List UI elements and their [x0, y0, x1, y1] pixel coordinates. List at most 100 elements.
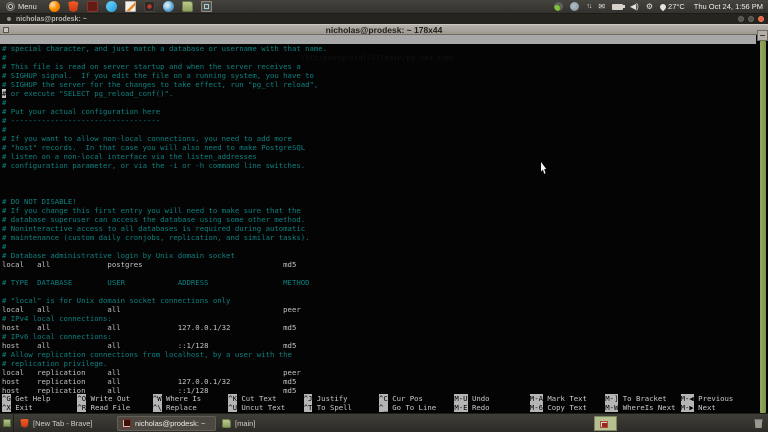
updates-icon[interactable] [570, 2, 579, 11]
nano-shortcuts: ^G Get Help^O Write Out^W Where Is^K Cut… [2, 394, 756, 412]
shortcut-key: ^R [77, 403, 86, 412]
terminal-line [2, 170, 756, 179]
nano-shortcut: ^O Write Out [77, 394, 152, 403]
brave-icon[interactable] [68, 1, 79, 12]
shortcut-key: M-W [605, 403, 618, 412]
terminal-scrollbar[interactable] [760, 41, 766, 413]
nano-shortcut: ^\ Replace [153, 403, 228, 412]
shortcut-key: ^W [153, 394, 162, 403]
nano-shortcut: M-A Mark Text [530, 394, 605, 403]
terminal-line: # "host" records. In that case you will … [2, 143, 756, 152]
nano-shortcuts-row1: ^G Get Help^O Write Out^W Where Is^K Cut… [2, 394, 756, 403]
terminal-line: # DO NOT DISABLE! [2, 197, 756, 206]
editor-icon[interactable] [125, 1, 136, 12]
mail-icon[interactable]: ✉ [598, 2, 605, 11]
shortcut-key: ^\ [153, 403, 162, 412]
workspace-window-thumb [600, 421, 608, 428]
shortcut-key: M-6 [530, 403, 543, 412]
top-panel: Menu ↑↓ ✉ ◀) ⚙ 27°C Thu Oct 24, 1:56 PM [0, 0, 768, 14]
terminal-line [2, 269, 756, 278]
window-controls [738, 16, 768, 22]
bottom-panel: [New Tab - Brave] nicholas@prodesk: ~ [mai… [0, 413, 768, 432]
terminal-titlebar[interactable]: nicholas@prodesk: ~ [0, 14, 768, 24]
clock-applet[interactable]: Thu Oct 24, 1:56 PM [692, 2, 763, 11]
network-traffic-icon[interactable]: ↑↓ [586, 2, 591, 11]
terminal-line: # Database administrative login by Unix … [2, 251, 756, 260]
scrollbar-stepper-button[interactable] [757, 30, 768, 41]
location-pin-icon [659, 2, 667, 10]
shortcut-key: M-E [454, 403, 467, 412]
nano-shortcut: ^_ Go To Line [379, 403, 454, 412]
terminal-line: # This file is read on server startup an… [2, 62, 756, 71]
terminal-line: # TYPE DATABASE USER ADDRESS METHOD [2, 278, 756, 287]
nano-buffer: # special character, and just match a da… [2, 44, 756, 395]
nano-shortcut: ^T To Spell [304, 403, 379, 412]
terminal-line: # SIGHUP signal. If you edit the file on… [2, 71, 756, 80]
maximize-button[interactable] [748, 16, 754, 22]
battery-icon[interactable] [612, 4, 623, 10]
taskbar-window-label: nicholas@prodesk: ~ [135, 419, 205, 428]
temperature-label: 27°C [668, 2, 685, 11]
screenshot-icon[interactable] [201, 1, 212, 12]
keyring-icon[interactable] [554, 2, 563, 11]
shortcut-key: M-◀ [681, 394, 694, 403]
terminal-tab-bar: nicholas@prodesk: ~ 178x44 [0, 24, 768, 35]
minimize-button[interactable] [738, 16, 744, 22]
weather-applet[interactable]: 27°C [660, 2, 685, 11]
volume-icon[interactable]: ◀) [630, 2, 639, 11]
terminal-line: # ---------------------------------- [2, 116, 756, 125]
terminal-line: # SIGHUP the server for the changes to t… [2, 80, 756, 89]
telegram-icon[interactable] [106, 1, 117, 12]
nano-shortcut: M-U Undo [454, 394, 529, 403]
shortcut-key: M-] [605, 394, 618, 403]
terminal-line: # or execute "SELECT pg_reload_conf()". [2, 89, 756, 98]
settings-gear-icon[interactable]: ⚙ [646, 2, 653, 11]
nano-shortcut: M-W WhereIs Next [605, 403, 680, 412]
mate-logo-icon [6, 2, 15, 11]
nano-shortcut: M-E Redo [454, 403, 529, 412]
taskbar-window-button[interactable]: [New Tab - Brave] [16, 416, 115, 431]
terminal-line: # configuration parameter, or via the -i… [2, 161, 756, 170]
shortcut-key: ^_ [379, 403, 388, 412]
terminal-line: host all all ::1/128 md5 [2, 341, 756, 350]
terminal-line: local all all peer [2, 305, 756, 314]
terminal-line: # [2, 53, 756, 62]
terminal-line: host all all 127.0.0.1/32 md5 [2, 323, 756, 332]
terminal-line: local all postgres md5 [2, 260, 756, 269]
menu-label: Menu [18, 2, 37, 11]
show-desktop-icon [3, 419, 11, 427]
terminal-line: # "local" is for Unix domain socket conn… [2, 296, 756, 305]
taskbar-window-button[interactable]: [main] [218, 416, 317, 431]
nano-shortcut: M-▶ Next [681, 403, 756, 412]
tray-icons: ↑↓ ✉ ◀) ⚙ [554, 2, 653, 11]
terminal-icon [122, 419, 131, 428]
shortcut-key: ^U [228, 403, 237, 412]
shortcut-key: ^G [2, 394, 11, 403]
terminal-line: # If you want to allow non-local connect… [2, 134, 756, 143]
folder-icon [222, 419, 231, 428]
media-icon[interactable] [87, 1, 98, 12]
nano-shortcut: M-6 Copy Text [530, 403, 605, 412]
show-desktop-button[interactable] [0, 414, 14, 432]
firefox-icon[interactable] [49, 1, 60, 12]
nano-shortcuts-row2: ^X Exit^R Read File^\ Replace^U Uncut Te… [2, 403, 756, 412]
video-icon[interactable] [144, 1, 155, 12]
nano-shortcut: ^G Get Help [2, 394, 77, 403]
terminal-line: # IPv4 local connections: [2, 314, 756, 323]
taskbar-window-label: [New Tab - Brave] [33, 419, 92, 428]
nano-shortcut: ^C Cur Pos [379, 394, 454, 403]
terminal-tab[interactable]: nicholas@prodesk: ~ 178x44 [0, 25, 768, 35]
brave-icon [20, 419, 29, 428]
workspace-switcher[interactable] [594, 416, 617, 431]
nano-shortcut: ^K Cut Text [228, 394, 303, 403]
sync-icon[interactable] [163, 1, 174, 12]
folder-icon[interactable] [182, 1, 193, 12]
terminal-line [2, 179, 756, 188]
menu-button[interactable]: Menu [0, 0, 43, 13]
taskbar-window-button[interactable]: nicholas@prodesk: ~ [117, 416, 216, 431]
terminal-line: # Allow replication connections from loc… [2, 350, 756, 359]
nano-header: GNU nano 2.9.3 /etc/postgresql/11/main/p… [0, 35, 756, 44]
trash-applet[interactable] [751, 416, 766, 431]
close-button[interactable] [758, 16, 764, 22]
nano-shortcut: ^U Uncut Text [228, 403, 303, 412]
